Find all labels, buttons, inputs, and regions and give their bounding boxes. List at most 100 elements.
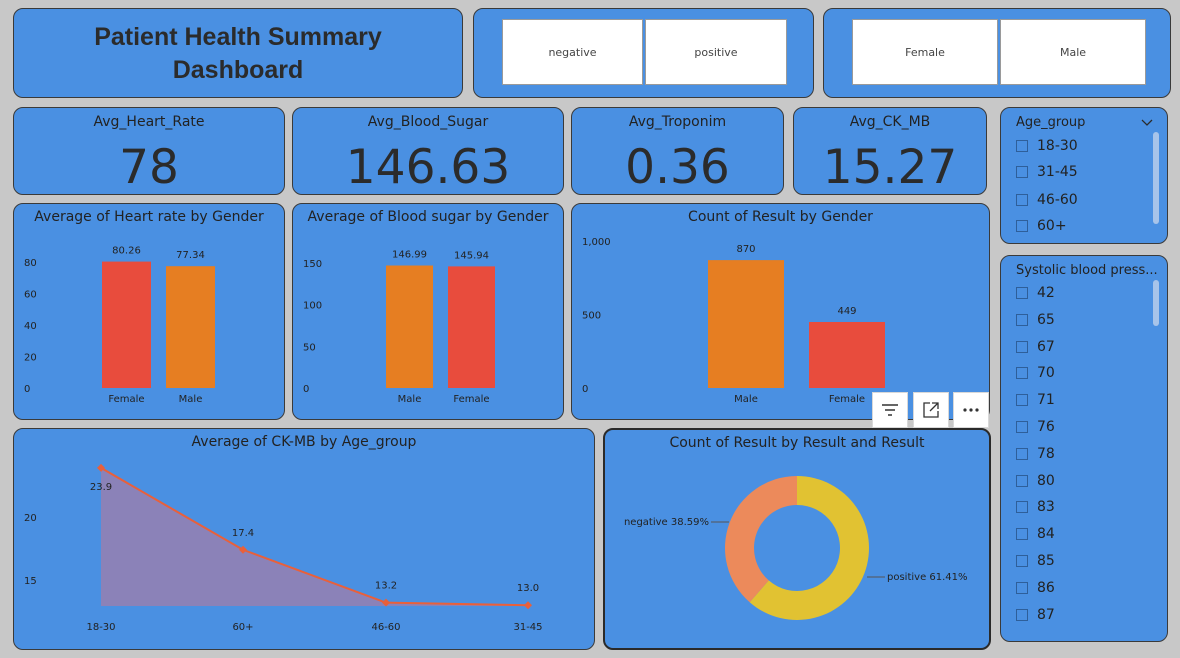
gender-slicer: Female Male [823,8,1171,98]
y-tick-label: 40 [24,321,37,332]
slicer-item-label: 70 [1037,365,1055,382]
y-tick-label: 50 [303,342,316,353]
slicer-item[interactable]: 31-45 [1016,161,1078,183]
title-card: Patient Health Summary Dashboard [13,8,463,98]
kpi-value: 15.27 [822,140,958,195]
slicer-item[interactable]: 70 [1016,362,1055,384]
checkbox[interactable] [1016,340,1028,353]
x-tick-label: Male [398,394,422,405]
focus-mode-button[interactable] [913,392,949,428]
data-label: 80.26 [112,246,141,257]
slicer-item[interactable]: 60+ [1016,215,1067,237]
kpi-label: Avg_Blood_Sugar [367,114,489,130]
x-tick-label: 18-30 [86,622,115,633]
result-slicer: negative positive [473,8,814,98]
y-tick-label: 60 [24,290,37,301]
data-label: 23.9 [90,482,112,493]
x-tick-label: 31-45 [513,622,542,633]
kpi-label: Avg_Troponim [628,114,727,130]
x-tick-label: 46-60 [371,622,400,633]
checkbox[interactable] [1016,166,1028,178]
slicer-title: Systolic blood press... [1016,263,1158,278]
result-negative-button[interactable]: negative [502,19,643,85]
x-tick-label: Male [179,394,203,405]
result-positive-button[interactable]: positive [645,19,787,85]
slicer-item[interactable]: 76 [1016,416,1055,438]
y-tick-label: 80 [24,258,37,269]
data-label: 449 [837,306,856,317]
checkbox[interactable] [1016,501,1028,514]
slicer-item[interactable]: 71 [1016,389,1055,411]
kpi-value: 0.36 [625,140,730,195]
slicer-item[interactable]: 87 [1016,604,1055,626]
slicer-item[interactable]: 80 [1016,470,1055,492]
more-options-button[interactable] [953,392,989,428]
gender-male-button[interactable]: Male [1000,19,1146,85]
slicer-item[interactable]: 65 [1016,309,1055,331]
data-label: 13.0 [517,583,539,594]
checkbox[interactable] [1016,287,1028,299]
slicer-item[interactable]: 84 [1016,523,1055,545]
data-label: 13.2 [375,581,397,592]
checkbox[interactable] [1016,528,1028,541]
checkbox[interactable] [1016,220,1028,232]
kpi-troponim: Avg_Troponim 0.36 [571,107,784,195]
slicer-title: Age_group [1016,115,1086,130]
slicer-item[interactable]: 83 [1016,496,1055,518]
scrollbar[interactable] [1153,280,1159,326]
checkbox[interactable] [1016,194,1028,206]
area-fill [101,467,528,606]
checkbox[interactable] [1016,581,1028,594]
checkbox[interactable] [1016,367,1028,380]
age-group-slicer: Age_group 18-30 31-45 46-60 60+ [1000,107,1168,244]
slicer-item-label: 71 [1037,392,1055,409]
donut-slice-negative [725,476,797,603]
x-tick-label: Male [734,394,758,405]
chevron-down-icon[interactable] [1141,119,1153,127]
data-label: 17.4 [232,528,254,539]
result-donut-chart: negative 38.59% positive 61.41% [624,476,968,620]
slicer-item[interactable]: 67 [1016,336,1055,358]
slicer-item[interactable]: 46-60 [1016,189,1078,211]
blood-sugar-chart-card: Average of Blood sugar by Gender 0 50 100 1… [292,203,564,420]
checkbox[interactable] [1016,140,1028,152]
checkbox[interactable] [1016,608,1028,621]
data-label: 870 [736,244,755,255]
checkbox[interactable] [1016,421,1028,433]
page-title: Patient Health Summary Dashboard [94,23,382,84]
heart-rate-chart-card: Average of Heart rate by Gender 0 20 40 60 8… [13,203,285,420]
y-tick-label: 150 [303,259,322,270]
slicer-item-label: 67 [1037,338,1055,355]
y-tick-label: 20 [24,513,37,524]
slicer-item[interactable]: 42 [1016,282,1055,304]
slicer-item[interactable]: 18-30 [1016,135,1078,157]
bar [102,261,151,388]
x-tick-label: Female [453,394,489,405]
ck-mb-by-age-group-chart: 15 20 23.9 18-30 17.4 60+ 13.2 46-60 13.0 31-45 [24,463,543,633]
filter-button[interactable] [872,392,908,428]
data-label: 145.94 [454,250,489,261]
data-label: positive 61.41% [887,572,968,583]
slicer-item-label: 65 [1037,311,1055,328]
bar [386,265,433,388]
checkbox[interactable] [1016,555,1028,567]
checkbox[interactable] [1016,447,1028,460]
kpi-heart-rate: Avg_Heart_Rate 78 [13,107,285,195]
checkbox[interactable] [1016,474,1028,487]
bar [166,266,215,388]
kpi-label: Avg_CK_MB [849,114,931,130]
slicer-item[interactable]: 78 [1016,443,1055,465]
gender-female-button[interactable]: Female [852,19,998,85]
y-tick-label: 0 [24,384,30,395]
y-tick-label: 15 [24,576,37,587]
kpi-ck-mb: Avg_CK_MB 15.27 [793,107,987,195]
checkbox[interactable] [1016,313,1028,326]
y-tick-label: 500 [582,311,601,322]
slicer-item-label: 76 [1037,419,1055,435]
checkbox[interactable] [1016,394,1028,407]
slicer-item-label: 85 [1037,553,1055,569]
slicer-item[interactable]: 85 [1016,550,1055,572]
slicer-item-label: 83 [1037,499,1055,516]
scrollbar[interactable] [1153,132,1159,224]
slicer-item[interactable]: 86 [1016,577,1055,599]
